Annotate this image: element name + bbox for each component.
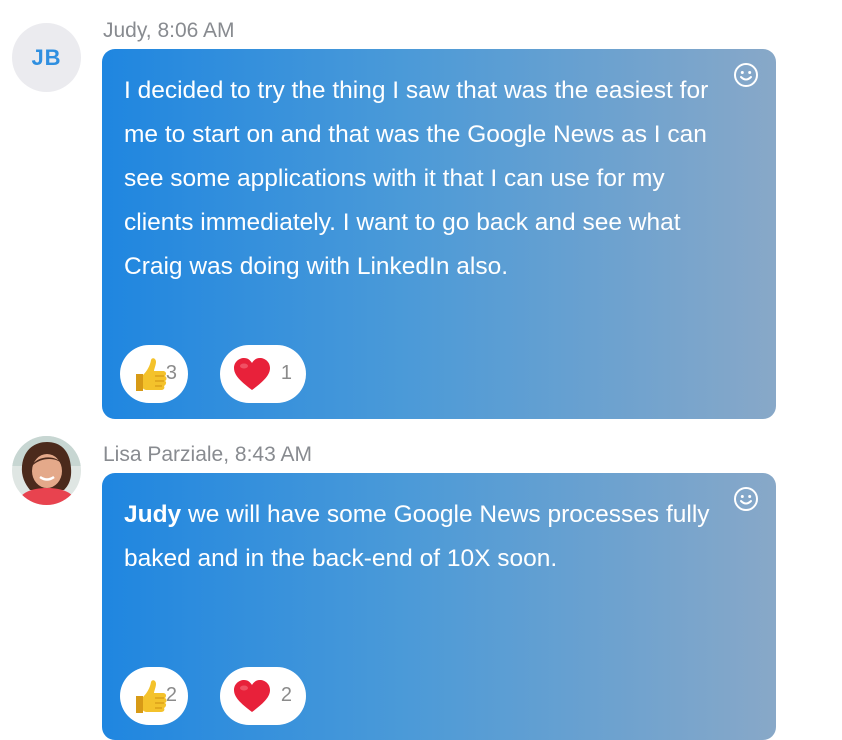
reaction-heart-button[interactable]: 2 xyxy=(220,667,306,725)
reaction-count: 3 xyxy=(165,362,177,384)
user-photo-icon xyxy=(12,436,81,505)
message-author: Judy, 8:06 AM xyxy=(103,19,235,42)
reaction-count: 2 xyxy=(165,684,177,706)
message-text: Judy we will have some Google News proce… xyxy=(124,493,734,581)
reaction-count: 1 xyxy=(280,362,292,384)
reaction-thumbs-up-button[interactable]: 3 xyxy=(120,345,188,403)
avatar[interactable]: JB xyxy=(12,23,81,92)
thumbs-up-icon xyxy=(136,680,167,713)
message-item: JB Judy, 8:06 AM I decided to try the th… xyxy=(0,0,842,430)
reaction-count: 2 xyxy=(280,684,292,706)
reaction-heart-button[interactable]: 1 xyxy=(220,345,306,403)
message-bubble: I decided to try the thing I saw that wa… xyxy=(102,49,776,419)
user-mention[interactable]: Judy xyxy=(124,501,181,528)
reaction-thumbs-up-button[interactable]: 2 xyxy=(120,667,188,725)
message-bubble: Judy we will have some Google News proce… xyxy=(102,473,776,740)
message-author: Lisa Parziale, 8:43 AM xyxy=(103,443,312,466)
heart-icon xyxy=(234,680,270,712)
add-reaction-icon[interactable] xyxy=(733,486,759,512)
avatar[interactable] xyxy=(12,436,81,505)
thumbs-up-icon xyxy=(136,358,167,391)
message-item: Lisa Parziale, 8:43 AM Judy we will have… xyxy=(0,430,842,740)
message-text: I decided to try the thing I saw that wa… xyxy=(124,77,709,280)
heart-icon xyxy=(234,358,270,390)
add-reaction-icon[interactable] xyxy=(733,62,759,88)
message-text-body: we will have some Google News processes … xyxy=(124,501,710,572)
